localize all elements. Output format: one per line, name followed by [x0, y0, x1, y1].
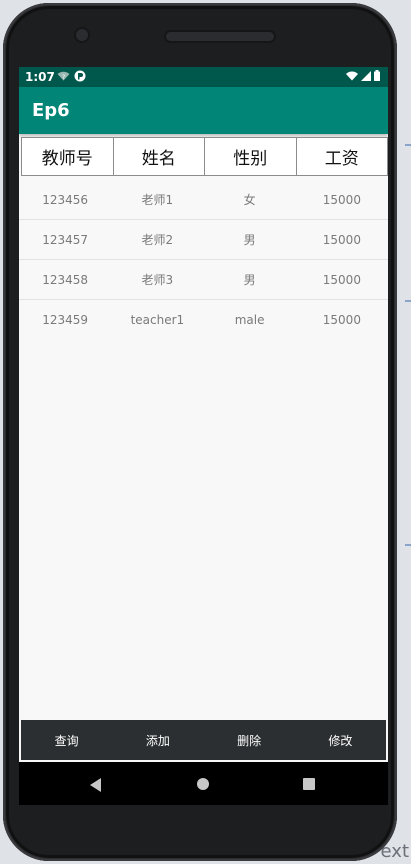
cell-teacher-id: 123456: [42, 192, 89, 207]
cell-signal-icon: [361, 70, 371, 81]
query-button[interactable]: 查询: [21, 720, 112, 760]
cell-name: 老师1: [141, 193, 174, 207]
cell-name: 老师2: [141, 233, 174, 247]
earpiece-speaker: [166, 32, 274, 41]
ide-marker: [405, 544, 411, 546]
cell-gender: 男: [243, 233, 256, 247]
teacher-list: 123456 老师1 女 15000 123457 老师2 男 15000 12…: [19, 180, 388, 339]
cell-salary: 15000: [322, 192, 361, 207]
front-camera: [76, 29, 88, 41]
header-teacher-id: 教师号: [21, 137, 114, 176]
cell-gender: male: [234, 312, 265, 327]
wifi-question-icon: ?: [57, 71, 70, 81]
add-button[interactable]: 添加: [112, 720, 203, 760]
system-nav-bar: [19, 762, 388, 805]
header-gender: 性别: [204, 137, 297, 176]
ide-marker: [405, 300, 411, 302]
ide-marker: [405, 144, 411, 146]
cell-gender: 女: [243, 193, 256, 207]
status-notifications: ?: [57, 70, 86, 82]
cell-teacher-id: 123459: [42, 312, 89, 327]
cell-salary: 15000: [322, 312, 361, 327]
cell-gender: 男: [243, 273, 256, 287]
app-title: Ep6: [32, 100, 70, 121]
header-salary: 工资: [295, 137, 388, 176]
delete-button[interactable]: 删除: [204, 720, 295, 760]
table-header: 教师号 姓名 性别 工资: [21, 137, 388, 176]
cell-salary: 15000: [322, 272, 361, 287]
back-icon[interactable]: [90, 778, 101, 792]
cell-teacher-id: 123458: [42, 272, 89, 287]
status-bar: 1:07 ?: [19, 67, 388, 87]
svg-text:?: ?: [62, 74, 65, 81]
edit-button[interactable]: 修改: [295, 720, 386, 760]
device-screen: 1:07 ? Ep6 教师号 姓名 性别 工资 123456 老师1 女 150…: [19, 67, 388, 762]
status-system-icons: [346, 70, 380, 81]
action-bar: 查询 添加 删除 修改: [21, 720, 386, 760]
table-row[interactable]: 123458 老师3 男 15000: [19, 260, 388, 300]
cell-name: 老师3: [141, 273, 174, 287]
status-time: 1:07: [25, 70, 55, 84]
cell-name: teacher1: [130, 312, 185, 327]
cell-teacher-id: 123457: [42, 232, 89, 247]
app-notification-icon: [74, 70, 86, 82]
app-bar: Ep6: [19, 87, 388, 134]
recents-icon[interactable]: [303, 778, 315, 790]
table-row[interactable]: 123457 老师2 男 15000: [19, 220, 388, 260]
table-row[interactable]: 123459 teacher1 male 15000: [19, 300, 388, 339]
home-icon[interactable]: [197, 778, 209, 790]
wifi-icon: [346, 71, 358, 80]
battery-icon: [374, 70, 380, 81]
header-name: 姓名: [112, 137, 205, 176]
table-row[interactable]: 123456 老师1 女 15000: [19, 180, 388, 220]
cell-salary: 15000: [322, 232, 361, 247]
